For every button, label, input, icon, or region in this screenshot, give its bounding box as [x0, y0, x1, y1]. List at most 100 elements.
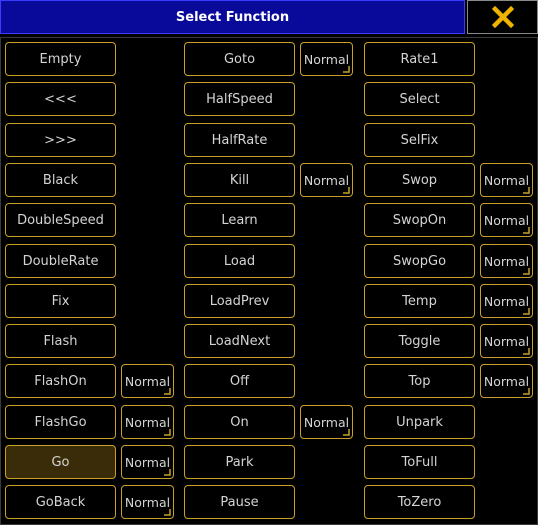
function-button-doublespeed[interactable]: DoubleSpeed [5, 203, 116, 237]
function-button-label: HalfSpeed [206, 91, 273, 107]
dialog-title: Select Function [175, 9, 290, 25]
function-button-label: Top [408, 373, 431, 389]
mode-button-label: Normal [303, 414, 350, 430]
function-button-halfrate[interactable]: HalfRate [184, 123, 295, 157]
dialog-title-bar: Select Function [0, 0, 465, 34]
function-button-label: On [230, 414, 249, 430]
function-button-label: Flash [43, 333, 78, 349]
mode-button[interactable]: Normal [121, 485, 174, 519]
function-button-label: Kill [229, 172, 250, 188]
function-button-label: Goto [223, 51, 256, 67]
mode-button[interactable]: Normal [121, 405, 174, 439]
function-button-select[interactable]: Select [364, 82, 475, 116]
corner-arrow-icon [523, 227, 530, 234]
mode-button-label: Normal [483, 253, 530, 269]
function-button-selfix[interactable]: SelFix [364, 123, 475, 157]
mode-button-label: Normal [483, 373, 530, 389]
function-button-label: Park [225, 454, 254, 470]
mode-button-label: Normal [124, 494, 171, 510]
function-button-label: Rate1 [400, 51, 439, 67]
function-button-park[interactable]: Park [184, 445, 295, 479]
mode-button[interactable]: Normal [480, 163, 533, 197]
function-button-label: Go [51, 454, 70, 470]
mode-button[interactable]: Normal [480, 244, 533, 278]
function-button-pause[interactable]: Pause [184, 485, 295, 519]
mode-button-label: Normal [483, 293, 530, 309]
function-button-loadnext[interactable]: LoadNext [184, 324, 295, 358]
function-button-flash[interactable]: Flash [5, 324, 116, 358]
function-button-label: Unpark [396, 414, 443, 430]
corner-arrow-icon [164, 469, 171, 476]
function-button-goback[interactable]: GoBack [5, 485, 116, 519]
corner-arrow-icon [343, 66, 350, 73]
function-button-label: Select [399, 91, 440, 107]
mode-button-label: Normal [483, 212, 530, 228]
function-button-kill[interactable]: Kill [184, 163, 295, 197]
function-button-label: Load [223, 253, 256, 269]
function-button-label: LoadNext [208, 333, 271, 349]
mode-button-label: Normal [124, 414, 171, 430]
function-button-label: GoBack [35, 494, 86, 510]
function-button-label: Learn [221, 212, 258, 228]
function-button-label: Off [229, 373, 250, 389]
function-button-[interactable]: >>> [5, 123, 116, 157]
function-button-top[interactable]: Top [364, 364, 475, 398]
function-button-toggle[interactable]: Toggle [364, 324, 475, 358]
mode-button[interactable]: Normal [480, 324, 533, 358]
corner-arrow-icon [343, 187, 350, 194]
function-button-doublerate[interactable]: DoubleRate [5, 244, 116, 278]
function-button-swop[interactable]: Swop [364, 163, 475, 197]
close-x-icon [491, 6, 514, 28]
function-button-label: Pause [220, 494, 259, 510]
function-button-label: >>> [44, 132, 77, 148]
mode-button[interactable]: Normal [480, 284, 533, 318]
mode-button[interactable]: Normal [300, 42, 353, 76]
function-button-flashgo[interactable]: FlashGo [5, 405, 116, 439]
mode-button[interactable]: Normal [300, 163, 353, 197]
corner-arrow-icon [164, 388, 171, 395]
function-button-label: <<< [44, 91, 77, 107]
mode-button-label: Normal [483, 333, 530, 349]
mode-button[interactable]: Normal [480, 364, 533, 398]
function-button-unpark[interactable]: Unpark [364, 405, 475, 439]
function-button-load[interactable]: Load [184, 244, 295, 278]
mode-button[interactable]: Normal [300, 405, 353, 439]
function-button-label: LoadPrev [209, 293, 270, 309]
function-button-off[interactable]: Off [184, 364, 295, 398]
function-button-halfspeed[interactable]: HalfSpeed [184, 82, 295, 116]
function-button-swopon[interactable]: SwopOn [364, 203, 475, 237]
function-button-go[interactable]: Go [5, 445, 116, 479]
function-button-flashon[interactable]: FlashOn [5, 364, 116, 398]
function-button-label: Temp [402, 293, 437, 309]
mode-button[interactable]: Normal [121, 445, 174, 479]
function-button-swopgo[interactable]: SwopGo [364, 244, 475, 278]
function-button-label: ToZero [397, 494, 442, 510]
function-button-label: SwopGo [392, 253, 447, 269]
function-button-black[interactable]: Black [5, 163, 116, 197]
function-button-rate1[interactable]: Rate1 [364, 42, 475, 76]
function-button-label: DoubleRate [22, 253, 99, 269]
mode-button-label: Normal [303, 172, 350, 188]
function-button-label: FlashGo [34, 414, 87, 430]
corner-arrow-icon [523, 308, 530, 315]
function-button-label: HalfRate [211, 132, 268, 148]
function-button-label: FlashOn [34, 373, 87, 389]
function-button-goto[interactable]: Goto [184, 42, 295, 76]
mode-button-label: Normal [303, 51, 350, 67]
close-button[interactable] [467, 0, 538, 34]
function-button-learn[interactable]: Learn [184, 203, 295, 237]
function-button-loadprev[interactable]: LoadPrev [184, 284, 295, 318]
function-button-[interactable]: <<< [5, 82, 116, 116]
corner-arrow-icon [523, 187, 530, 194]
function-button-tofull[interactable]: ToFull [364, 445, 475, 479]
mode-button[interactable]: Normal [121, 364, 174, 398]
mode-button[interactable]: Normal [480, 203, 533, 237]
function-button-empty[interactable]: Empty [5, 42, 116, 76]
function-button-tozero[interactable]: ToZero [364, 485, 475, 519]
function-button-label: Empty [39, 51, 82, 67]
corner-arrow-icon [164, 429, 171, 436]
function-button-label: SwopOn [392, 212, 447, 228]
function-button-fix[interactable]: Fix [5, 284, 116, 318]
function-button-on[interactable]: On [184, 405, 295, 439]
function-button-temp[interactable]: Temp [364, 284, 475, 318]
